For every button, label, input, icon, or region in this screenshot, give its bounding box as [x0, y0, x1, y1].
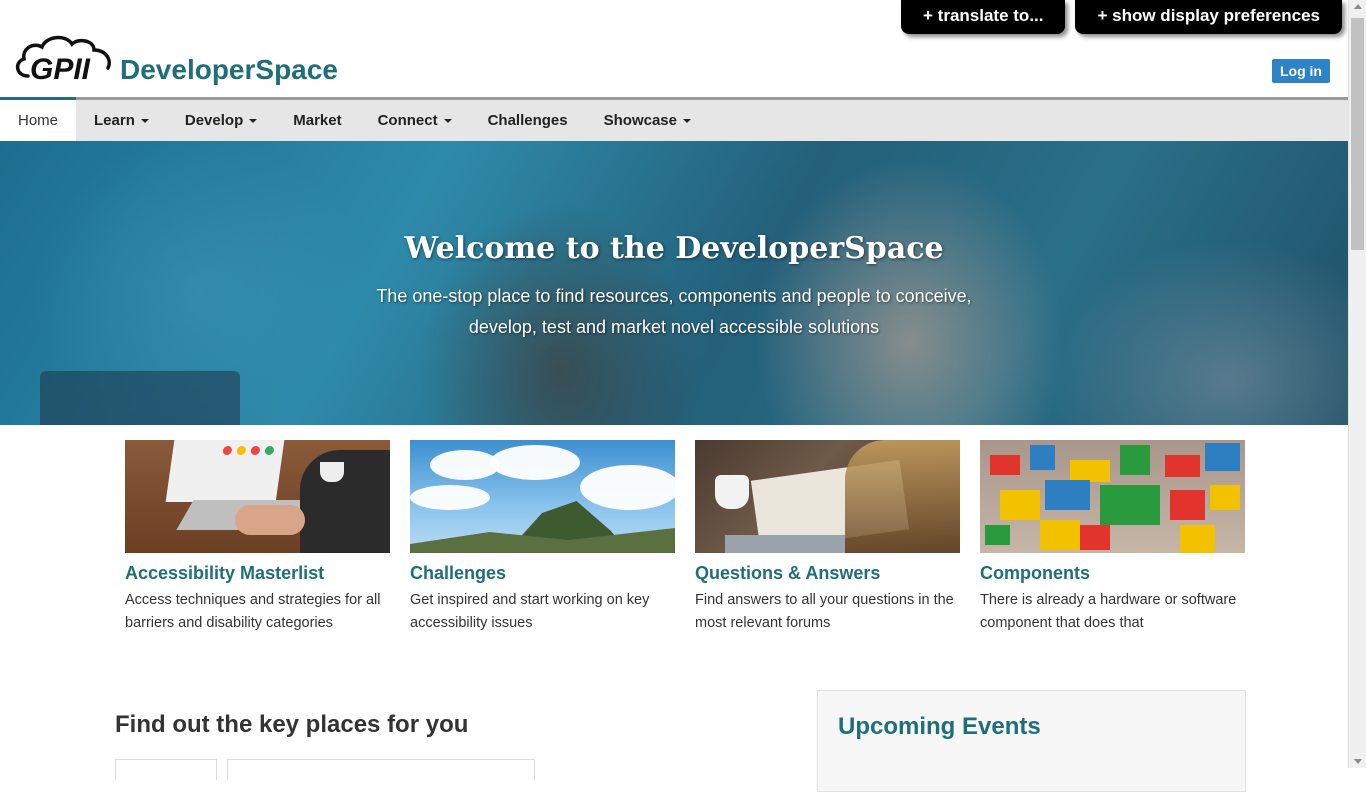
- login-button[interactable]: Log in: [1272, 59, 1330, 83]
- scroll-up-arrow-icon[interactable]: [1354, 4, 1362, 9]
- scroll-down-arrow-icon[interactable]: [1354, 759, 1362, 764]
- places-tab-1[interactable]: [115, 759, 217, 780]
- gpii-logo[interactable]: GPII: [14, 32, 114, 86]
- logo-text: GPII: [30, 53, 91, 82]
- upcoming-events-heading: Upcoming Events: [838, 713, 1041, 740]
- nav-item-label: Learn: [94, 112, 135, 129]
- card-description: Access techniques and strategies for all…: [125, 592, 381, 631]
- upcoming-events-panel: Upcoming Events: [817, 690, 1246, 792]
- places-tab-2[interactable]: [227, 759, 535, 780]
- feature-cards: Accessibility Masterlist Access techniqu…: [125, 440, 1245, 635]
- nav-item-market[interactable]: Market: [275, 100, 359, 141]
- nav-item-label: Challenges: [487, 112, 568, 129]
- card-questions-answers: Questions & Answers Find answers to all …: [695, 440, 960, 635]
- nav-item-learn[interactable]: Learn: [76, 100, 167, 141]
- card-description: Find answers to all your questions in th…: [695, 592, 954, 631]
- find-places-heading: Find out the key places for you: [115, 711, 469, 738]
- card-image-blocks[interactable]: [980, 440, 1245, 553]
- card-challenges: Challenges Get inspired and start workin…: [410, 440, 675, 635]
- nav-item-label: Home: [18, 112, 59, 129]
- hero-subtitle: The one-stop place to find resources, co…: [376, 286, 972, 337]
- hero-title: Welcome to the DeveloperSpace: [404, 231, 944, 266]
- nav-item-label: Connect: [377, 112, 438, 129]
- cloud-logo-icon: GPII: [15, 35, 111, 86]
- card-description: There is already a hardware or software …: [980, 592, 1237, 631]
- card-image-desk[interactable]: [695, 440, 960, 553]
- page-scrollbar[interactable]: [1348, 0, 1366, 768]
- caret-down-icon: [683, 118, 691, 123]
- nav-item-develop[interactable]: Develop: [167, 100, 275, 141]
- card-accessibility-masterlist: Accessibility Masterlist Access techniqu…: [125, 440, 390, 635]
- card-title[interactable]: Questions & Answers: [695, 563, 960, 584]
- card-image-mountain[interactable]: [410, 440, 675, 553]
- hero-banner: Welcome to the DeveloperSpace The one-st…: [0, 141, 1348, 425]
- site-header: GPII DeveloperSpace Log in: [0, 0, 1348, 97]
- hero-laptop-shape: [40, 371, 240, 425]
- card-description: Get inspired and start working on key ac…: [410, 592, 650, 631]
- nav-item-label: Showcase: [603, 112, 677, 129]
- card-title[interactable]: Accessibility Masterlist: [125, 563, 390, 584]
- site-brand[interactable]: DeveloperSpace: [120, 54, 338, 86]
- caret-down-icon: [249, 118, 258, 123]
- caret-down-icon: [140, 118, 149, 123]
- nav-item-showcase[interactable]: Showcase: [586, 100, 709, 141]
- scroll-thumb[interactable]: [1351, 18, 1364, 250]
- nav-item-label: Market: [293, 112, 342, 129]
- main-nav: Home Learn Develop Market Connect Challenges S…: [0, 97, 1348, 141]
- caret-down-icon: [443, 118, 452, 123]
- card-title[interactable]: Components: [980, 563, 1245, 584]
- nav-item-connect[interactable]: Connect: [360, 100, 470, 141]
- card-components: Components There is already a hardware o…: [980, 440, 1245, 635]
- card-image-laptop[interactable]: [125, 440, 390, 553]
- nav-item-challenges[interactable]: Challenges: [470, 100, 586, 141]
- nav-item-label: Develop: [184, 112, 244, 129]
- nav-item-home[interactable]: Home: [0, 97, 77, 141]
- card-title[interactable]: Challenges: [410, 563, 675, 584]
